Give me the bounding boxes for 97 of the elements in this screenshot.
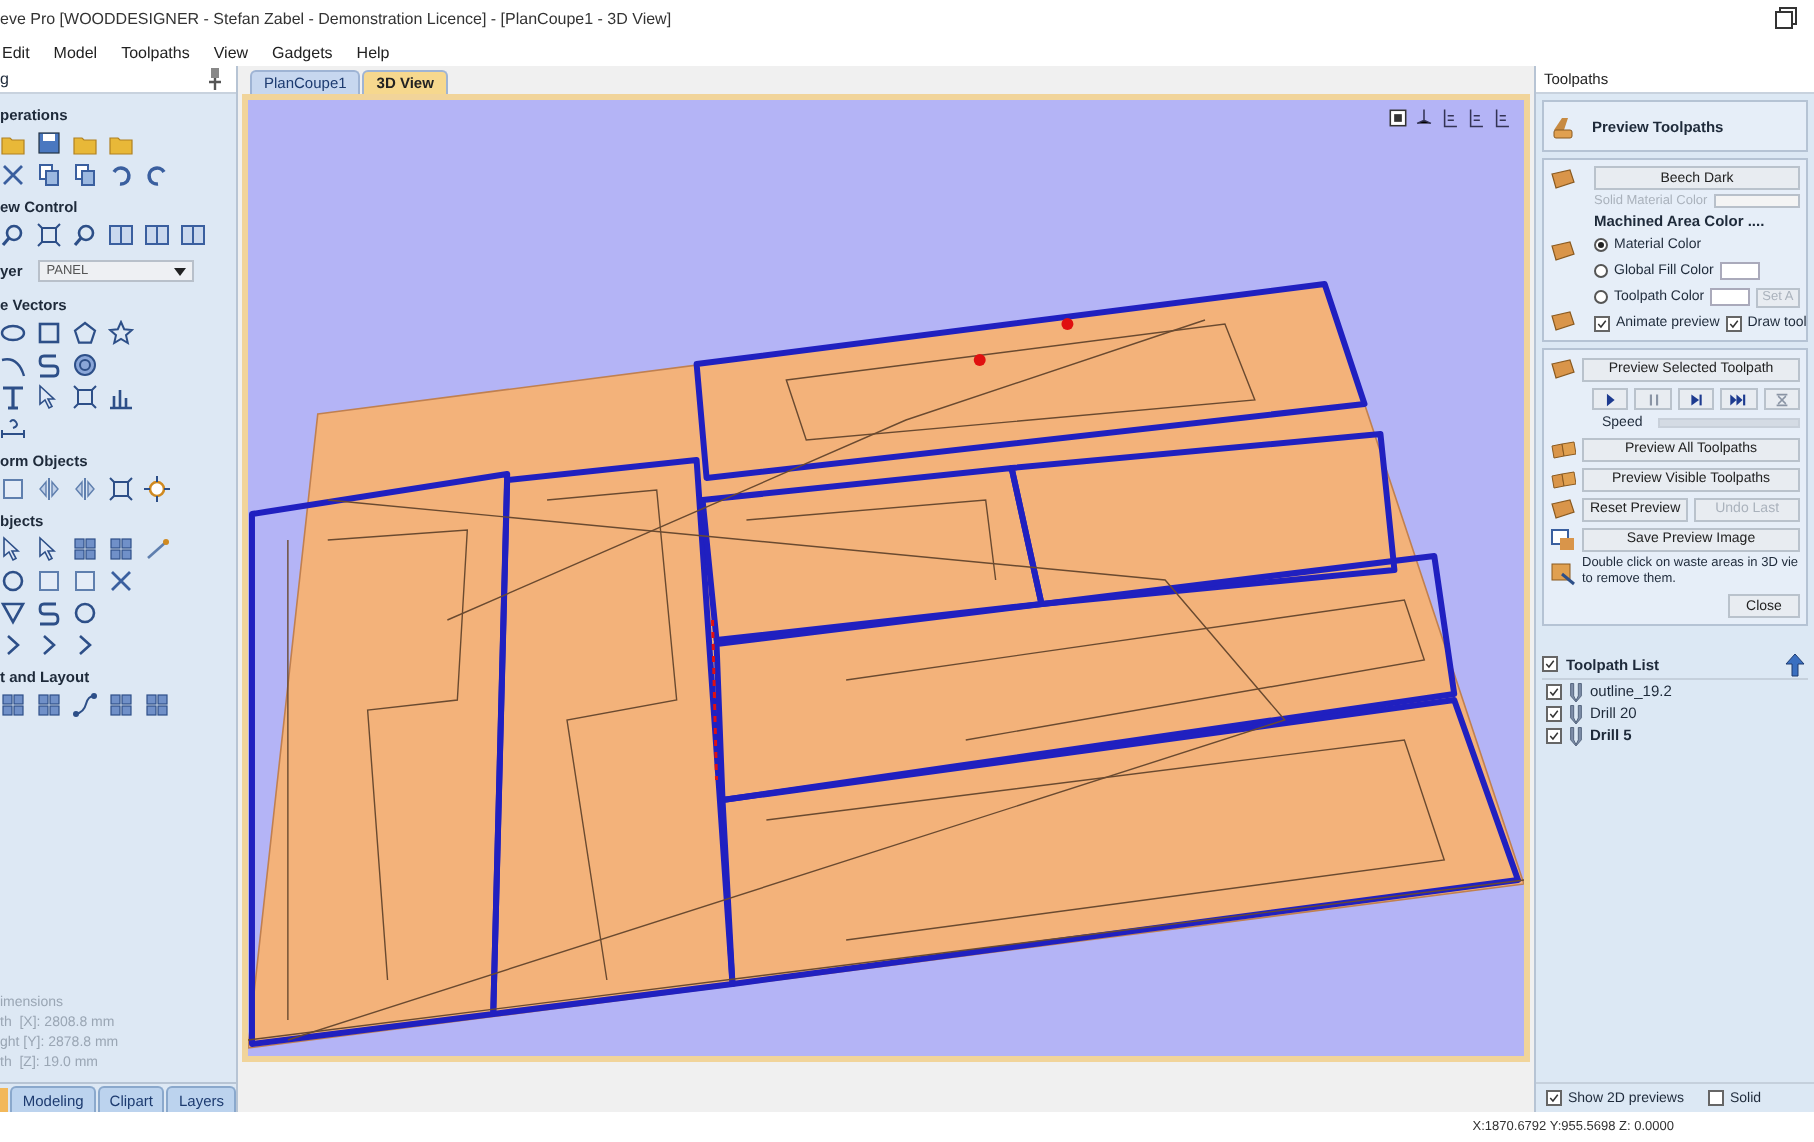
circle-icon[interactable]: [72, 600, 98, 626]
curve-icon[interactable]: [36, 600, 62, 626]
spiral-icon[interactable]: [72, 352, 98, 378]
cutter-icon: [1566, 725, 1586, 745]
grid-icon[interactable]: [36, 692, 62, 718]
magnifier-icon[interactable]: [0, 222, 26, 248]
radio-button[interactable]: [1594, 290, 1608, 304]
grid-icon[interactable]: [72, 536, 98, 562]
panel-title: g: [0, 70, 9, 88]
board-icon: [1550, 237, 1576, 263]
square-icon[interactable]: [72, 568, 98, 594]
checkbox[interactable]: [1546, 727, 1562, 743]
star-icon[interactable]: [108, 320, 134, 346]
board-icon: [1550, 166, 1576, 192]
checkbox[interactable]: [1546, 705, 1562, 721]
viewport-3d[interactable]: [242, 94, 1530, 1062]
polygon-icon[interactable]: [72, 320, 98, 346]
image-icon: [1550, 526, 1576, 552]
axis-view-icon[interactable]: [1492, 108, 1512, 128]
window-title: eve Pro [WOODDESIGNER - Stefan Zabel - Demonstration Licence] - [PlanCoupe1 - 3D View]: [0, 10, 672, 28]
grid-icon[interactable]: [108, 692, 134, 718]
square-icon[interactable]: [0, 476, 26, 502]
boards-icon: [1550, 436, 1576, 462]
menu-item[interactable]: Gadgets: [272, 43, 333, 61]
axis-view-icon[interactable]: [1466, 108, 1486, 128]
dimension-icon[interactable]: [0, 416, 26, 442]
checkbox[interactable]: [1546, 1090, 1562, 1106]
checkbox[interactable]: [1725, 315, 1742, 331]
arc-icon[interactable]: [0, 352, 26, 378]
frame-icon[interactable]: [108, 476, 134, 502]
cursor-icon[interactable]: [0, 536, 26, 562]
zoom-extents-icon[interactable]: [1388, 108, 1408, 128]
stop-icon: [1771, 389, 1792, 409]
restore-icon[interactable]: [1772, 6, 1798, 32]
fast-forward-button[interactable]: [1720, 388, 1758, 410]
window-icon[interactable]: [144, 222, 170, 248]
window-icon[interactable]: [180, 222, 206, 248]
menu-item[interactable]: Help: [356, 43, 390, 61]
checkbox[interactable]: [1546, 683, 1562, 699]
checkbox[interactable]: [1542, 656, 1558, 672]
grid-icon[interactable]: [144, 692, 170, 718]
window-icon[interactable]: [108, 222, 134, 248]
redo-icon[interactable]: [144, 162, 170, 188]
speed-slider[interactable]: [1658, 418, 1800, 428]
eraser-icon: [1550, 559, 1576, 585]
checkbox[interactable]: [1707, 1090, 1724, 1106]
board-icon: [1550, 308, 1576, 334]
fast-forward-icon: [1728, 389, 1749, 409]
toolpath-icon: [1550, 113, 1576, 139]
text-icon[interactable]: [0, 384, 26, 410]
copy-icon[interactable]: [72, 162, 98, 188]
mirror-icon[interactable]: [36, 476, 62, 502]
board-icon: [1550, 496, 1576, 522]
iso-view-icon[interactable]: [1414, 108, 1434, 128]
undo-icon[interactable]: [108, 162, 134, 188]
ellipse-icon[interactable]: [0, 320, 26, 346]
grid-icon[interactable]: [0, 692, 26, 718]
color-swatch[interactable]: [1713, 194, 1800, 208]
line-icon[interactable]: [144, 536, 170, 562]
radio-button[interactable]: [1594, 264, 1608, 278]
axis-view-icon[interactable]: [1440, 108, 1460, 128]
grid-icon[interactable]: [108, 536, 134, 562]
rectangle-icon[interactable]: [36, 320, 62, 346]
circle-icon[interactable]: [0, 568, 26, 594]
cutter-icon: [1566, 703, 1586, 723]
mirror-icon[interactable]: [72, 476, 98, 502]
color-dropdown[interactable]: [1710, 288, 1751, 306]
target-icon[interactable]: [144, 476, 170, 502]
checkbox[interactable]: [1594, 315, 1610, 331]
caret-icon: [174, 267, 187, 275]
color-dropdown[interactable]: [1719, 262, 1760, 280]
magnifier-icon[interactable]: [72, 222, 98, 248]
menu-item[interactable]: Model: [53, 43, 98, 61]
triangle-icon[interactable]: [0, 600, 26, 626]
cutter-icon: [1566, 681, 1586, 701]
board-icon: [1550, 356, 1576, 382]
boards-icon: [1550, 466, 1576, 492]
node-icon[interactable]: [72, 692, 98, 718]
scissors-icon[interactable]: [0, 162, 26, 188]
radio-button[interactable]: [1594, 238, 1608, 252]
curve-icon[interactable]: [36, 352, 62, 378]
menu-item[interactable]: Edit: [2, 43, 30, 61]
step-button[interactable]: [1677, 388, 1715, 410]
save-icon[interactable]: [36, 130, 62, 156]
cursor-icon[interactable]: [36, 536, 62, 562]
menu-item[interactable]: Toolpaths: [121, 43, 190, 61]
cursor-icon[interactable]: [36, 384, 62, 410]
play-button[interactable]: [1592, 388, 1629, 410]
scissors-icon[interactable]: [108, 568, 134, 594]
square-icon[interactable]: [36, 568, 62, 594]
chart-icon[interactable]: [108, 384, 134, 410]
menu-item[interactable]: View: [213, 43, 249, 61]
copy-icon[interactable]: [36, 162, 62, 188]
step-icon: [1686, 389, 1707, 409]
frame-icon[interactable]: [36, 222, 62, 248]
frame-icon[interactable]: [72, 384, 98, 410]
up-arrow-icon[interactable]: [1782, 651, 1808, 677]
